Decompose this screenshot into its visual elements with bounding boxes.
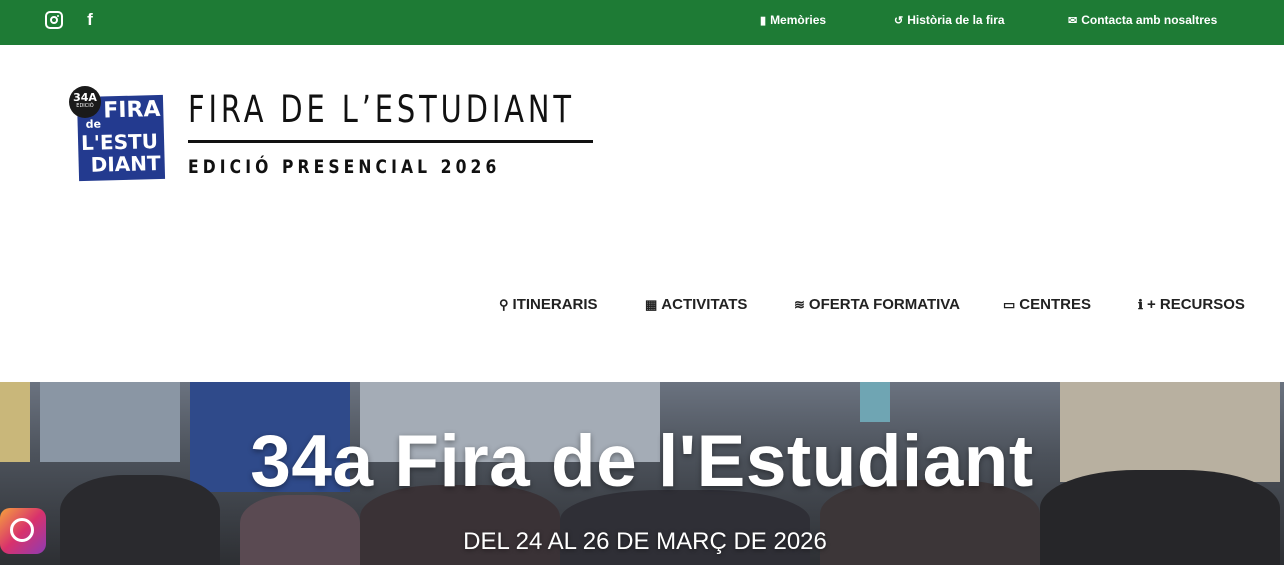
social-links: f (45, 11, 99, 29)
calendar-check-icon: ▦ (645, 296, 658, 312)
logo-subtitle: EDICIÓ PRESENCIAL 2026 (188, 156, 501, 178)
route-icon: ⚲ (499, 296, 509, 312)
memories-link[interactable]: ▮ Memòries (760, 13, 826, 27)
history-icon: ↺ (894, 14, 904, 27)
nav-item-label: ACTIVITATS (661, 296, 748, 313)
logo-badge-word: DIANT (90, 150, 161, 177)
nav-item-label: CENTRES (1019, 296, 1091, 313)
logo-badge-word: de (85, 117, 102, 131)
hero-banner: 34a Fira de l'Estudiant DEL 24 AL 26 DE … (0, 382, 1284, 565)
hero-title: 34a Fira de l'Estudiant (250, 421, 1034, 502)
contact-link[interactable]: ✉ Contacta amb nosaltres (1068, 13, 1217, 27)
logo-edition-number: 34A (73, 91, 97, 104)
instagram-icon[interactable] (45, 11, 63, 29)
top-bar: f ▮ Memòries ↺ Història de la fira ✉ Con… (0, 0, 1284, 45)
facebook-icon[interactable]: f (81, 11, 99, 29)
nav-item-label: OFERTA FORMATIVA (808, 296, 960, 313)
chalkboard-teacher-icon: ▭ (1003, 296, 1016, 312)
logo-badge-word: FIRA (102, 96, 161, 124)
nav-item-label: ITINERARIS (512, 296, 598, 313)
nav-item-centres[interactable]: ▭ CENTRES (1003, 296, 1091, 313)
nav-item-recursos[interactable]: ℹ + RECURSOS (1138, 296, 1245, 313)
book-icon: ▮ (760, 14, 767, 27)
info-circle-icon: ℹ (1138, 296, 1143, 312)
history-label: Història de la fira (907, 13, 1005, 27)
nav-item-label: + RECURSOS (1146, 296, 1245, 313)
nav-item-itineraris[interactable]: ⚲ ITINERARIS (499, 296, 598, 313)
logo-badge-word: L'ESTU (80, 129, 159, 156)
hero-subtitle: DEL 24 AL 26 DE MARÇ DE 2026 (463, 528, 827, 555)
nav-item-oferta-formativa[interactable]: ≋ OFERTA FORMATIVA (794, 296, 960, 313)
logo-divider (188, 140, 593, 143)
logo-edition-circle: 34A EDICIÓ (69, 86, 101, 118)
history-link[interactable]: ↺ Història de la fira (894, 13, 1005, 27)
layers-icon: ≋ (794, 296, 805, 312)
logo-title: FIRA DE L’ESTUDIANT (188, 88, 575, 131)
photo-shape (860, 382, 890, 422)
memories-label: Memòries (770, 13, 827, 27)
envelope-icon: ✉ (1068, 14, 1078, 27)
nav-item-activitats[interactable]: ▦ ACTIVITATS (645, 296, 747, 313)
contact-label: Contacta amb nosaltres (1081, 13, 1218, 27)
